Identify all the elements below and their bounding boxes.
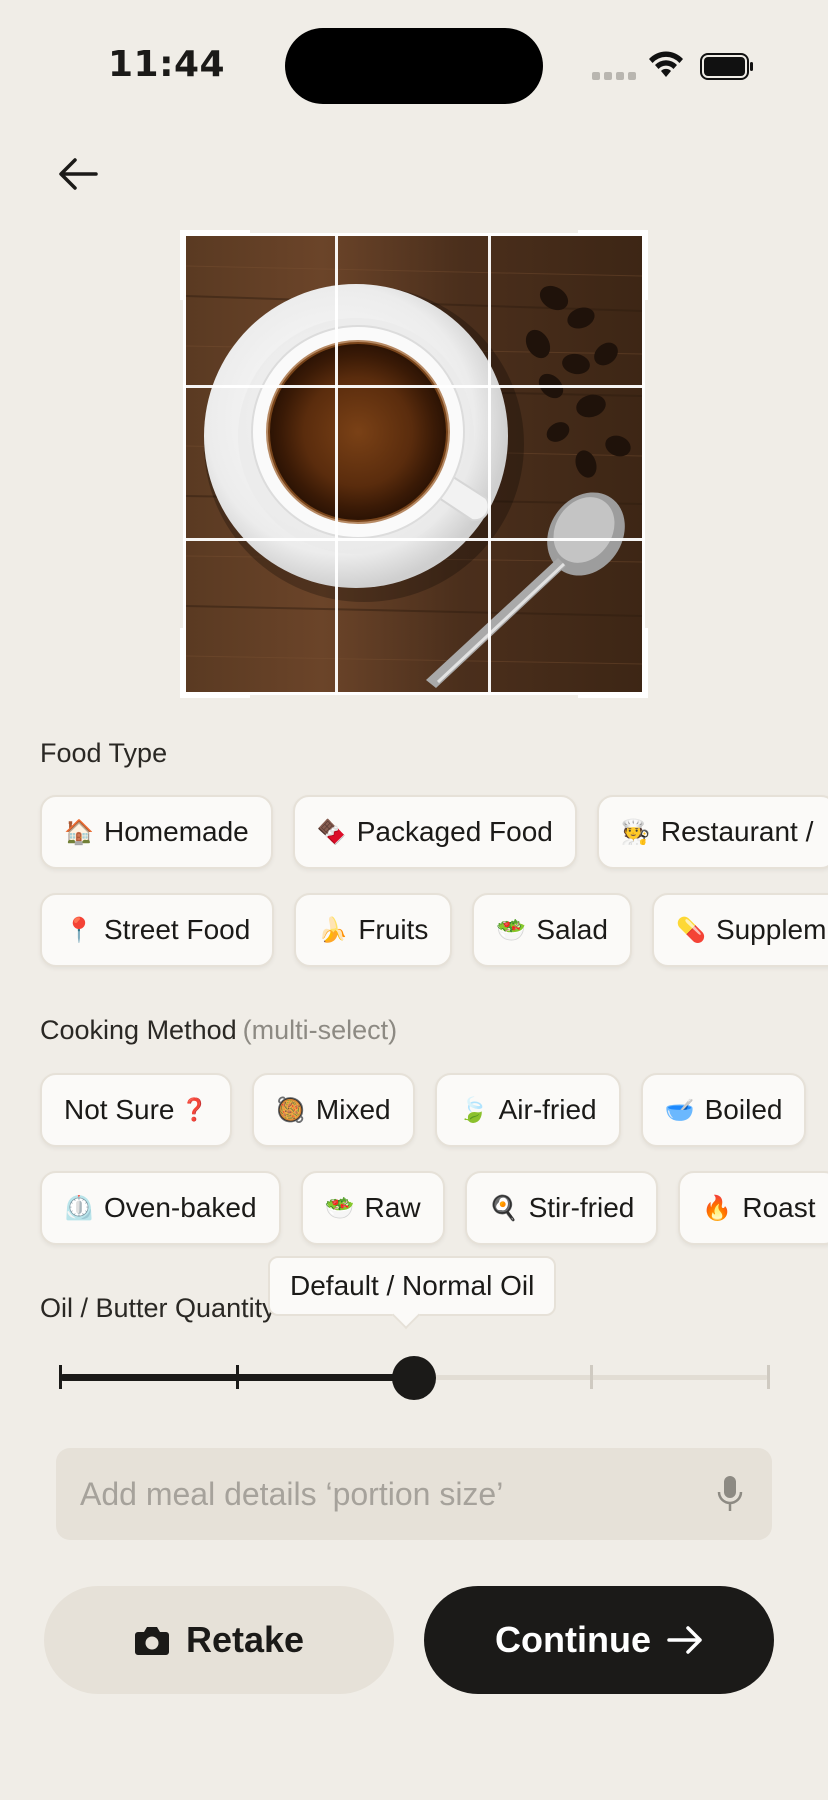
- chip-oven-baked[interactable]: ⏲️ Oven-baked: [40, 1171, 281, 1245]
- chip-label: Stir-fried: [528, 1192, 635, 1223]
- chip-stir-fried[interactable]: 🍳 Stir-fried: [464, 1171, 659, 1245]
- oil-quantity-slider[interactable]: [58, 1356, 770, 1400]
- chip-label: Mixed: [315, 1094, 391, 1125]
- banana-icon: 🍌: [318, 916, 349, 944]
- chip-homemade[interactable]: 🏠 Homemade: [40, 795, 273, 869]
- battery-icon: [700, 53, 753, 80]
- crop-handle-bottom-right[interactable]: [578, 628, 648, 698]
- pan-icon: 🥘: [275, 1096, 306, 1124]
- oil-level-tooltip: Default / Normal Oil: [268, 1256, 557, 1316]
- slider-tick[interactable]: [58, 1365, 62, 1389]
- camera-icon: [134, 1627, 169, 1655]
- chip-label: Raw: [364, 1192, 421, 1223]
- chip-not-sure[interactable]: Not Sure ❓: [40, 1073, 232, 1147]
- chip-label: Fruits: [358, 914, 429, 945]
- chip-label: Supplem: [715, 914, 827, 945]
- slider-tick[interactable]: [766, 1365, 770, 1389]
- continue-label: Continue: [495, 1619, 651, 1660]
- pill-icon: 💊: [675, 916, 706, 944]
- chip-label: Oven-baked: [104, 1192, 257, 1223]
- continue-button[interactable]: Continue: [424, 1586, 774, 1694]
- chip-roast[interactable]: 🔥 Roast: [678, 1171, 828, 1245]
- slider-thumb[interactable]: [392, 1356, 436, 1400]
- retake-label: Retake: [185, 1619, 305, 1660]
- house-icon: 🏠: [64, 818, 94, 846]
- chef-icon: 🧑‍🍳: [620, 818, 651, 846]
- chip-label: Roast: [742, 1192, 816, 1223]
- chip-label: Not Sure: [64, 1094, 175, 1125]
- crop-handle-top-right[interactable]: [578, 230, 648, 300]
- chip-label: Boiled: [704, 1094, 783, 1125]
- chip-label: Salad: [536, 914, 608, 945]
- arrow-right-icon: [667, 1626, 702, 1654]
- crop-handle-top-left[interactable]: [180, 230, 250, 300]
- cooking-method-title: Cooking Method: [40, 1015, 237, 1045]
- wifi-icon: [649, 51, 683, 77]
- arrow-left-icon: [59, 158, 98, 190]
- chocolate-icon: 🍫: [316, 818, 347, 846]
- crop-handle-bottom-left[interactable]: [180, 628, 250, 698]
- microphone-icon: [717, 1476, 743, 1511]
- chip-boiled[interactable]: 🥣 Boiled: [640, 1073, 807, 1147]
- back-button[interactable]: [52, 150, 104, 198]
- dynamic-island: [285, 28, 543, 104]
- microphone-button[interactable]: [712, 1472, 748, 1516]
- pin-icon: 📍: [64, 916, 94, 944]
- chip-fruits[interactable]: 🍌 Fruits: [294, 893, 453, 967]
- cooking-method-label: Cooking Method (multi-select): [40, 1015, 397, 1046]
- chip-supplements[interactable]: 💊 Supplem: [651, 893, 828, 967]
- chip-label: Air-fried: [498, 1094, 597, 1125]
- timer-icon: ⏲️: [64, 1194, 94, 1222]
- cellular-signal-icon: [592, 72, 636, 80]
- chip-mixed[interactable]: 🥘 Mixed: [251, 1073, 415, 1147]
- cooking-method-row-2: ⏲️ Oven-baked 🥗 Raw 🍳 Stir-fried 🔥 Roast: [40, 1171, 828, 1245]
- chip-restaurant[interactable]: 🧑‍🍳 Restaurant /: [596, 795, 828, 869]
- chip-salad[interactable]: 🥗 Salad: [472, 893, 632, 967]
- question-mark-icon: ❓: [180, 1097, 208, 1122]
- chip-label: Restaurant /: [660, 816, 814, 847]
- chip-label: Street Food: [104, 914, 251, 945]
- fire-icon: 🔥: [702, 1194, 733, 1222]
- meal-details-field[interactable]: [56, 1448, 772, 1540]
- retake-button[interactable]: Retake: [44, 1586, 394, 1694]
- crop-area[interactable]: [180, 230, 648, 698]
- slider-tick[interactable]: [235, 1365, 239, 1389]
- chip-street-food[interactable]: 📍 Street Food: [40, 893, 275, 967]
- chip-label: Homemade: [104, 816, 249, 847]
- leaf-icon: 🍃: [458, 1096, 489, 1124]
- oil-quantity-label: Oil / Butter Quantity: [40, 1293, 276, 1323]
- chip-air-fried[interactable]: 🍃 Air-fried: [434, 1073, 621, 1147]
- meal-details-input[interactable]: [80, 1475, 712, 1513]
- food-type-row-2: 📍 Street Food 🍌 Fruits 🥗 Salad 💊 Supplem: [40, 893, 828, 967]
- salad-icon: 🥗: [496, 916, 527, 944]
- bowl-icon: 🥣: [664, 1096, 695, 1124]
- salad-icon: 🥗: [324, 1194, 355, 1222]
- chip-label: Packaged Food: [356, 816, 553, 847]
- multi-select-hint: (multi-select): [242, 1015, 398, 1045]
- cooking-method-row-1: Not Sure ❓ 🥘 Mixed 🍃 Air-fried 🥣 Boiled: [40, 1073, 807, 1147]
- status-time: 11:44: [108, 44, 226, 85]
- chip-raw[interactable]: 🥗 Raw: [300, 1171, 445, 1245]
- chip-packaged-food[interactable]: 🍫 Packaged Food: [292, 795, 577, 869]
- food-type-label: Food Type: [40, 738, 168, 768]
- slider-tick[interactable]: [589, 1365, 593, 1389]
- frying-pan-icon: 🍳: [488, 1194, 519, 1222]
- food-type-row-1: 🏠 Homemade 🍫 Packaged Food 🧑‍🍳 Restaurant /: [40, 795, 828, 869]
